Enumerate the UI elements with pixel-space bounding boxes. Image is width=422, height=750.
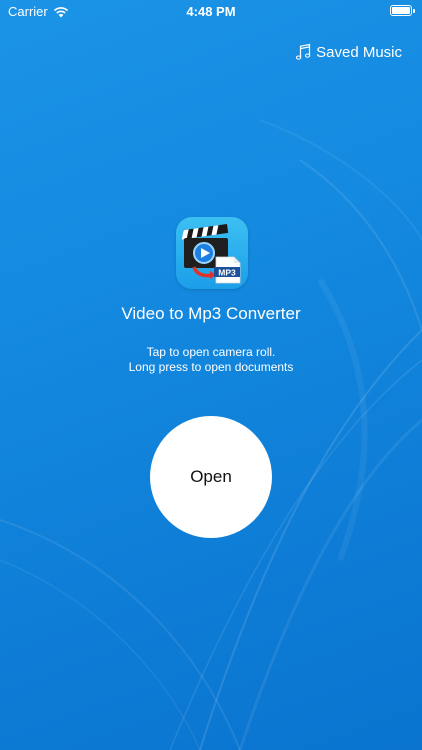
open-button[interactable]: Open: [150, 416, 272, 538]
video-to-mp3-app-icon: MP3: [176, 217, 248, 289]
battery-level: [392, 7, 410, 14]
app-screen: Carrier 4:48 PM Saved Music MP3 Video to…: [0, 0, 422, 750]
music-note-icon: [296, 43, 311, 60]
open-hint: Tap to open camera roll. Long press to o…: [0, 345, 422, 375]
app-icon-graphic: MP3: [181, 223, 241, 284]
hint-line-documents: Long press to open documents: [128, 360, 294, 374]
saved-music-button[interactable]: Saved Music: [294, 43, 402, 61]
saved-music-label: Saved Music: [316, 43, 402, 61]
background-waves: [0, 119, 422, 750]
app-icon-badge: MP3: [218, 267, 236, 277]
hint-line-camera-roll: Tap to open camera roll.: [146, 345, 276, 359]
battery-icon: [390, 5, 415, 16]
status-time: 4:48 PM: [186, 4, 236, 19]
status-bar: Carrier 4:48 PM: [0, 0, 422, 22]
app-title: Video to Mp3 Converter: [121, 304, 301, 323]
